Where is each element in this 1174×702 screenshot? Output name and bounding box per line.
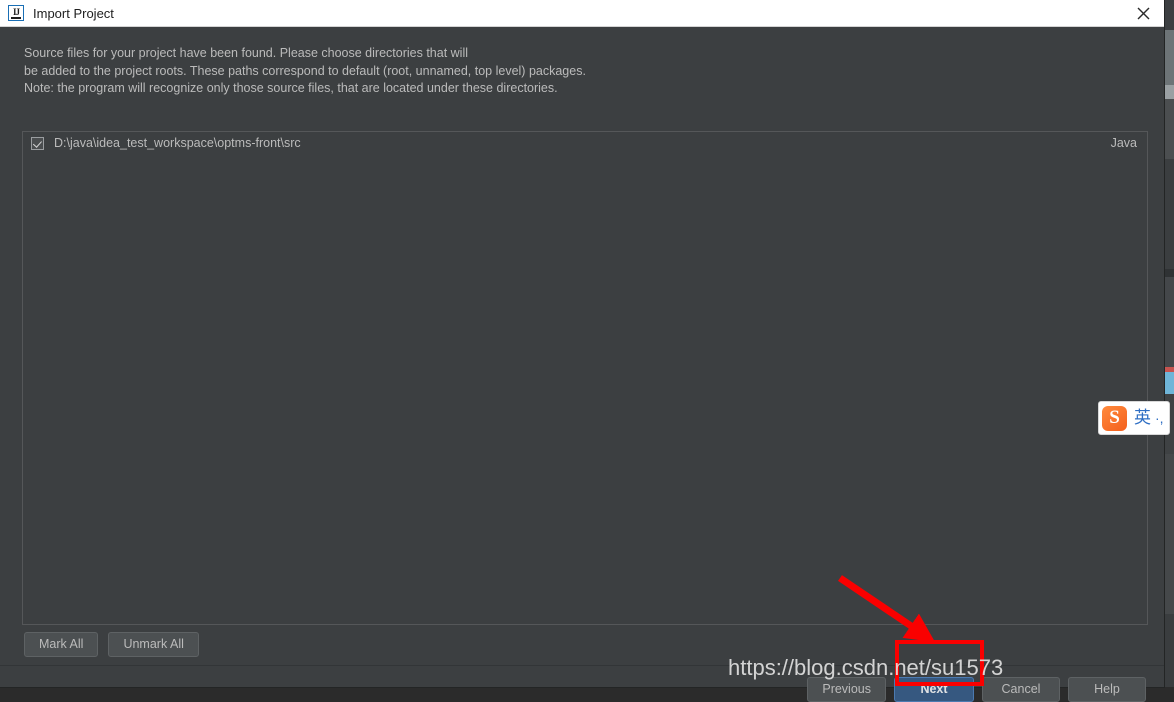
close-icon[interactable] [1122, 0, 1164, 26]
list-item[interactable]: D:\java\idea_test_workspace\optms-front\… [23, 132, 1147, 154]
intellij-idea-icon-bar [11, 17, 21, 19]
background-strip [1163, 372, 1174, 394]
next-button[interactable]: Next [894, 677, 974, 702]
background-strip [1163, 454, 1174, 614]
footer-divider [0, 665, 1164, 666]
intellij-idea-icon-glyph: IJ [12, 6, 20, 17]
source-directory-checkbox[interactable] [31, 136, 44, 150]
dialog-body: Source files for your project have been … [0, 27, 1164, 702]
background-strip [1163, 269, 1174, 277]
sogou-logo-icon: S [1102, 405, 1127, 431]
description-line-2: be added to the project roots. These pat… [24, 63, 586, 78]
footer-buttons-group: Previous Next Cancel Help [807, 677, 1146, 702]
help-button[interactable]: Help [1068, 677, 1146, 702]
sogou-ime-widget[interactable]: S 英 ·, [1098, 401, 1170, 435]
ime-mode-label[interactable]: 英 [1134, 409, 1151, 427]
import-project-dialog: IJ Import Project Source files for your … [0, 0, 1164, 702]
ime-punctuation-icon[interactable]: ·, [1155, 411, 1164, 425]
sogou-logo-letter: S [1109, 406, 1120, 428]
background-strip [1163, 85, 1174, 99]
source-directories-list[interactable]: D:\java\idea_test_workspace\optms-front\… [22, 131, 1148, 625]
description-text: Source files for your project have been … [24, 45, 1124, 98]
source-directory-path: D:\java\idea_test_workspace\optms-front\… [54, 136, 301, 150]
unmark-all-button[interactable]: Unmark All [108, 632, 199, 657]
source-directory-type: Java [1110, 136, 1137, 150]
background-strip [1163, 30, 1174, 85]
background-strip [1163, 614, 1174, 687]
background-strip [1163, 277, 1174, 367]
previous-button[interactable]: Previous [807, 677, 886, 702]
mark-buttons-group: Mark All Unmark All [24, 632, 199, 657]
cancel-button[interactable]: Cancel [982, 677, 1060, 702]
description-line-3: Note: the program will recognize only th… [24, 81, 558, 95]
mark-all-button[interactable]: Mark All [24, 632, 99, 657]
dialog-title-bar: IJ Import Project [0, 0, 1164, 27]
intellij-idea-icon: IJ [8, 5, 24, 21]
background-strip [1163, 99, 1174, 159]
dialog-title: Import Project [33, 5, 114, 21]
background-strip [1163, 159, 1174, 269]
description-line-1: Source files for your project have been … [24, 46, 468, 60]
